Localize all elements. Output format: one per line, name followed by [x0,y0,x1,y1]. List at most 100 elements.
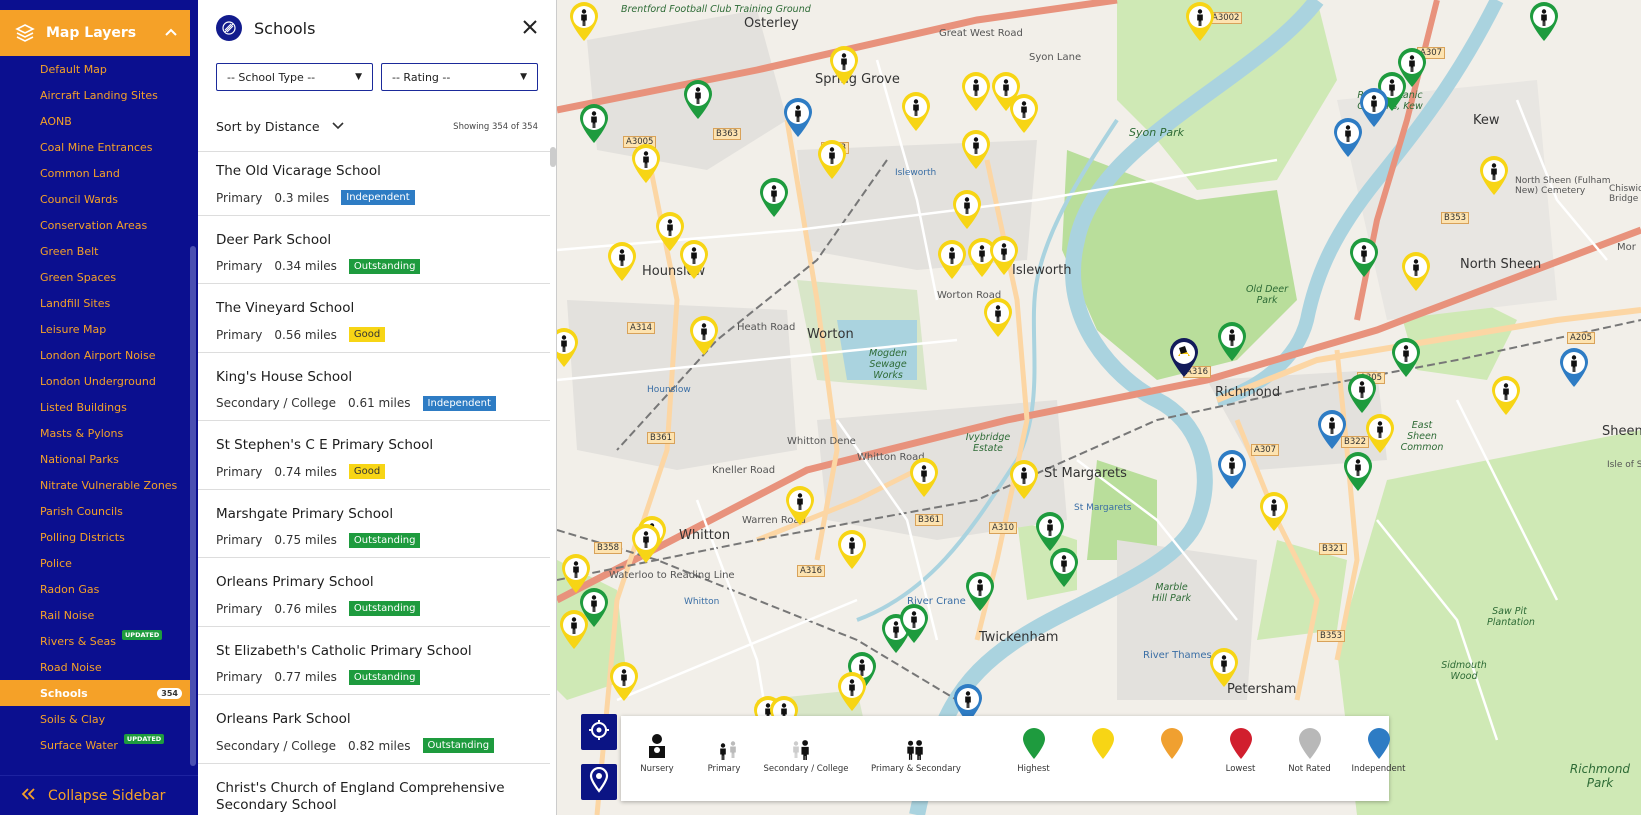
school-pin-marker[interactable] [827,44,861,86]
school-list-item[interactable]: Marshgate Primary School Primary 0.75 mile… [198,490,550,558]
sidebar-item-parish-councils[interactable]: Parish Councils [0,498,190,524]
map-layers-header[interactable]: Map Layers [0,10,190,56]
sidebar-item-nitrate-vulnerable-zones[interactable]: Nitrate Vulnerable Zones [0,472,190,498]
school-pin-marker[interactable] [959,70,993,112]
school-list-item[interactable]: Orleans Primary School Primary 0.76 miles O… [198,558,550,627]
sidebar-item-masts-pylons[interactable]: Masts & Pylons [0,420,190,446]
sidebar-item-aircraft-landing-sites[interactable]: Aircraft Landing Sites [0,82,190,108]
marker-button[interactable] [581,764,617,800]
sidebar-item-green-belt[interactable]: Green Belt [0,238,190,264]
school-pin-marker[interactable] [1007,458,1041,500]
school-pin-marker[interactable] [1477,154,1511,196]
school-pin-marker[interactable] [677,238,711,280]
school-list-item[interactable]: Deer Park School Primary 0.34 miles Outstan… [198,216,550,284]
school-pin-marker[interactable] [1331,116,1365,158]
school-pin-marker[interactable] [1007,92,1041,134]
school-pin-marker[interactable] [897,602,931,644]
school-pin-marker[interactable] [1315,408,1349,450]
sidebar-item-radon-gas[interactable]: Radon Gas [0,576,190,602]
school-pin-marker[interactable] [935,238,969,280]
sidebar-item-default-map[interactable]: Default Map [0,56,190,82]
school-pin-marker[interactable] [899,90,933,132]
school-pin-marker[interactable] [567,0,601,42]
school-pin-marker[interactable] [605,240,639,282]
school-pin-marker[interactable] [987,234,1021,276]
sort-dropdown[interactable]: Sort by Distance [216,119,320,134]
school-pin-marker[interactable] [687,314,721,356]
school-pin-marker[interactable] [577,102,611,144]
school-pin-marker[interactable] [1215,320,1249,362]
school-pin-marker[interactable] [607,660,641,702]
school-pin-marker[interactable] [1557,346,1591,388]
list-scrollbar[interactable] [550,147,556,167]
school-pin-marker[interactable] [835,670,869,712]
collapse-sidebar-button[interactable]: Collapse Sidebar [0,775,198,815]
sidebar-item-road-noise[interactable]: Road Noise [0,654,190,680]
school-pin-marker[interactable] [907,456,941,498]
school-pin-marker[interactable] [1047,546,1081,588]
sidebar-item-aonb[interactable]: AONB [0,108,190,134]
sidebar-item-common-land[interactable]: Common Land [0,160,190,186]
school-pin-marker[interactable] [950,188,984,230]
school-list-item[interactable]: St Stephen's C E Primary School Primary 0.… [198,421,550,490]
school-pin-marker[interactable] [1395,46,1429,88]
map-canvas[interactable]: Brentford Football Club Training Ground … [557,0,1641,815]
close-icon[interactable] [522,16,538,40]
sidebar-item-landfill-sites[interactable]: Landfill Sites [0,290,190,316]
school-pin-marker[interactable] [1341,450,1375,492]
sidebar-item-polling-districts[interactable]: Polling Districts [0,524,190,550]
sidebar-item-police[interactable]: Police [0,550,190,576]
sidebar-scrollbar[interactable] [190,246,196,766]
school-pin-marker[interactable] [1389,336,1423,378]
school-pin-marker[interactable] [1257,490,1291,532]
sidebar-item-conservation-areas[interactable]: Conservation Areas [0,212,190,238]
sidebar-item-rivers-seas[interactable]: Rivers & Seas UPDATED [0,628,190,654]
sidebar-item-soils-clay[interactable]: Soils & Clay [0,706,190,732]
school-list-item[interactable]: The Vineyard School Primary 0.56 miles Good [198,284,550,353]
sidebar-item-leisure-map[interactable]: Leisure Map [0,316,190,342]
school-pin-marker[interactable] [1489,374,1523,416]
school-pin-marker[interactable] [981,296,1015,338]
sidebar-item-national-parks[interactable]: National Parks [0,446,190,472]
school-pin-marker[interactable] [1167,336,1201,378]
locate-button[interactable] [581,714,617,750]
school-pin-marker[interactable] [557,326,581,368]
school-pin-marker[interactable] [1399,250,1433,292]
school-pin-marker[interactable] [963,570,997,612]
school-pin-marker[interactable] [959,128,993,170]
sidebar-item-schools[interactable]: Schools 354 [0,680,190,706]
school-pin-marker[interactable] [1363,412,1397,454]
chevron-down-icon[interactable] [331,120,344,133]
school-list-item[interactable]: Christ's Church of England Comprehensive… [198,764,550,815]
chevron-up-icon[interactable] [164,25,178,41]
school-type-select[interactable]: -- School Type -- ▼ [216,63,373,91]
school-pin-marker[interactable] [1527,0,1561,42]
rating-select[interactable]: -- Rating -- ▼ [381,63,538,91]
school-pin-marker[interactable] [629,522,663,564]
school-list-item[interactable]: King's House School Secondary / College 0.… [198,353,550,421]
sidebar-item-listed-buildings[interactable]: Listed Buildings [0,394,190,420]
school-pin-marker[interactable] [815,138,849,180]
school-pin-marker[interactable] [681,78,715,120]
school-pin-marker[interactable] [1347,236,1381,278]
school-pin-marker[interactable] [781,96,815,138]
sidebar-item-council-wards[interactable]: Council Wards [0,186,190,212]
sidebar-item-london-airport-noise[interactable]: London Airport Noise [0,342,190,368]
school-pin-marker[interactable] [629,142,663,184]
school-pin-marker[interactable] [1215,448,1249,490]
school-pin-marker[interactable] [757,176,791,218]
sidebar-item-coal-mine-entrances[interactable]: Coal Mine Entrances [0,134,190,160]
sidebar-item-london-underground[interactable]: London Underground [0,368,190,394]
school-list-item[interactable]: Orleans Park School Secondary / College 0.… [198,695,550,764]
sidebar-item-green-spaces[interactable]: Green Spaces [0,264,190,290]
school-pin-marker[interactable] [835,528,869,570]
school-list-item[interactable]: The Old Vicarage School Primary 0.3 miles I… [198,147,550,216]
school-pin-marker[interactable] [557,608,591,650]
school-list-item[interactable]: St Elizabeth's Catholic Primary School Pr… [198,627,550,695]
sidebar-item-rail-noise[interactable]: Rail Noise [0,602,190,628]
school-pin-marker[interactable] [1207,646,1241,688]
sidebar-item-surface-water[interactable]: Surface Water UPDATED [0,732,190,758]
school-pin-marker[interactable] [783,484,817,526]
school-pin-marker[interactable] [1183,0,1217,42]
school-pin-marker[interactable] [1345,372,1379,414]
